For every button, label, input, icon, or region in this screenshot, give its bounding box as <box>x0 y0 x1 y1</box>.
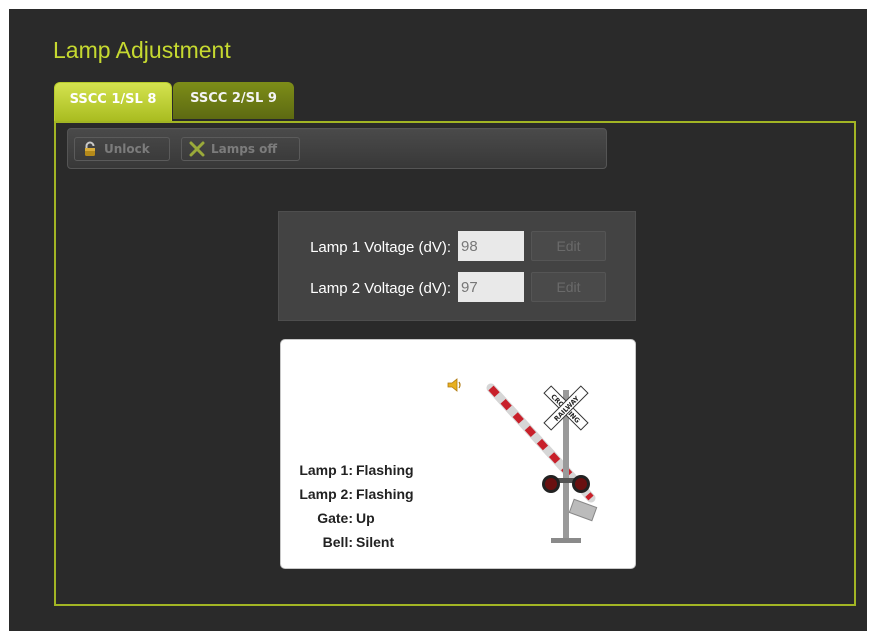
gate-mechanism <box>568 498 598 522</box>
status-key: Lamp 2: <box>299 486 353 502</box>
page-title: Lamp Adjustment <box>53 37 231 63</box>
lamp1-voltage-row: Lamp 1 Voltage (dV): Edit <box>279 231 635 263</box>
tab-panel: Unlock Lamps off Lamp 1 Voltage (dV): Ed… <box>54 121 856 606</box>
status-value: Silent <box>356 534 395 550</box>
lamps-off-label: Lamps off <box>211 142 278 156</box>
unlock-button[interactable]: Unlock <box>74 137 170 161</box>
pole-base <box>551 538 581 543</box>
speaker-icon[interactable] <box>446 376 464 394</box>
lamp1-edit-button[interactable]: Edit <box>531 231 606 261</box>
status-key: Bell: <box>322 534 353 550</box>
toolbar: Unlock Lamps off <box>67 128 607 169</box>
x-icon <box>189 141 205 157</box>
status-value: Flashing <box>356 462 414 478</box>
tab-sscc1[interactable]: SSCC 1/SL 8 <box>54 82 172 122</box>
status-key: Lamp 1: <box>299 462 353 478</box>
lamp1-voltage-label: Lamp 1 Voltage (dV): <box>310 239 451 256</box>
status-value: Flashing <box>356 486 414 502</box>
tab-sscc2[interactable]: SSCC 2/SL 9 <box>173 82 294 119</box>
lamp1-voltage-input[interactable] <box>458 231 524 261</box>
lamp2-edit-button[interactable]: Edit <box>531 272 606 302</box>
status-row-lamp2: Lamp 2: Flashing <box>281 486 481 508</box>
crossing-status-panel: Lamp 1: Flashing Lamp 2: Flashing Gate: … <box>280 339 636 569</box>
railroad-crossing-illustration: CROSSING RAILWAY <box>486 383 598 543</box>
lamp-1-lens <box>545 478 557 490</box>
unlock-label: Unlock <box>104 142 150 156</box>
status-row-bell: Bell: Silent <box>281 534 481 556</box>
lamp2-voltage-input[interactable] <box>458 272 524 302</box>
status-row-gate: Gate: Up <box>281 510 481 532</box>
lamps-off-button[interactable]: Lamps off <box>181 137 300 161</box>
lamp-2-lens <box>575 478 587 490</box>
lamp2-voltage-row: Lamp 2 Voltage (dV): Edit <box>279 272 635 304</box>
status-key: Gate: <box>317 510 353 526</box>
app-window: Lamp Adjustment SSCC 1/SL 8 SSCC 2/SL 9 … <box>9 9 867 631</box>
status-row-lamp1: Lamp 1: Flashing <box>281 462 481 484</box>
voltage-panel: Lamp 1 Voltage (dV): Edit Lamp 2 Voltage… <box>278 211 636 321</box>
lamp2-voltage-label: Lamp 2 Voltage (dV): <box>310 280 451 297</box>
lock-icon <box>82 141 98 157</box>
status-value: Up <box>356 510 375 526</box>
